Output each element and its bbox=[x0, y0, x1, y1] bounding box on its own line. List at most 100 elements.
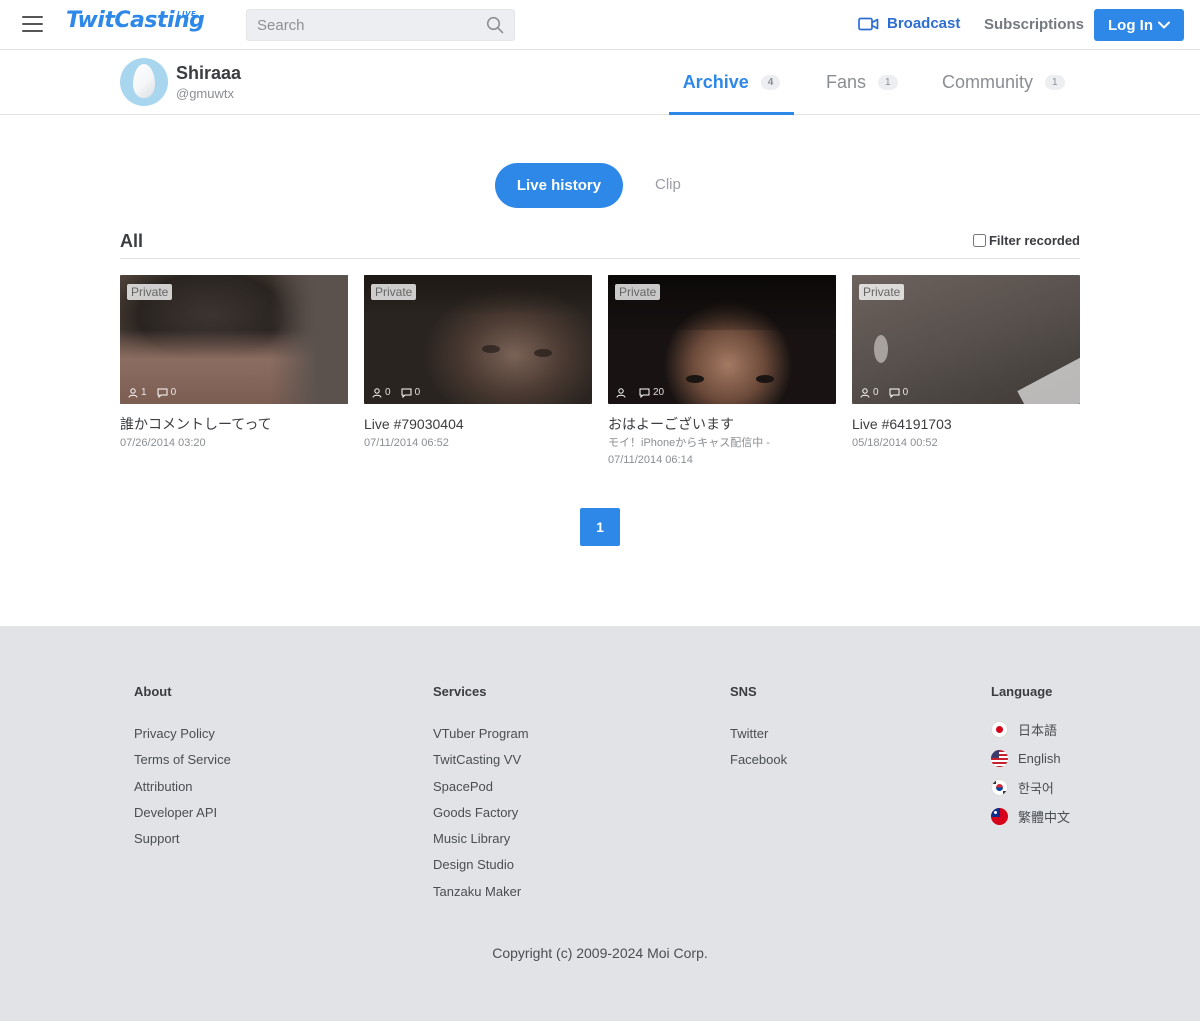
taiwan-flag-icon bbox=[991, 808, 1008, 825]
twitcasting-logo[interactable]: TwitCasting LIVE bbox=[66, 8, 205, 33]
card-date: 05/18/2014 00:52 bbox=[852, 437, 938, 449]
spacepod-link[interactable]: SpacePod bbox=[433, 774, 529, 800]
japan-flag-icon bbox=[991, 721, 1008, 738]
facebook-link[interactable]: Facebook bbox=[730, 747, 787, 773]
support-link[interactable]: Support bbox=[134, 826, 231, 852]
profile-bar: Shiraaa @gmuwtx Archive 4 Fans 1 Communi… bbox=[0, 50, 1200, 115]
goods-factory-link[interactable]: Goods Factory bbox=[433, 800, 529, 826]
twitcasting-vv-link[interactable]: TwitCasting VV bbox=[433, 747, 529, 773]
footer-services-title: Services bbox=[433, 684, 487, 699]
language-japanese[interactable]: 日本語 bbox=[991, 715, 1070, 744]
language-label: 日本語 bbox=[1018, 723, 1058, 738]
filter-recorded-checkbox[interactable] bbox=[972, 234, 986, 247]
filter-recorded-label: Filter recorded bbox=[988, 233, 1080, 248]
design-studio-link[interactable]: Design Studio bbox=[433, 852, 529, 878]
footer-language-title: Language bbox=[991, 684, 1053, 699]
attribution-link[interactable]: Attribution bbox=[134, 774, 231, 800]
top-header: TwitCasting LIVE Broadcast Subscriptions… bbox=[0, 0, 1200, 50]
comment-icon bbox=[639, 388, 650, 398]
card-stats: 0 0 bbox=[860, 387, 908, 398]
comment-count: 20 bbox=[653, 387, 665, 398]
language-traditional-chinese[interactable]: 繁體中文 bbox=[991, 802, 1070, 831]
live-history-tab[interactable]: Live history bbox=[495, 163, 623, 208]
menu-icon[interactable] bbox=[22, 16, 44, 34]
tab-archive-label: Archive bbox=[682, 71, 749, 92]
private-badge: Private bbox=[371, 284, 417, 300]
broadcast-link[interactable]: Broadcast bbox=[858, 15, 960, 32]
viewer-count: 1 bbox=[141, 387, 147, 398]
page-1-button[interactable]: 1 bbox=[580, 508, 620, 546]
filter-recorded[interactable]: Filter recorded bbox=[972, 233, 1080, 248]
profile-handle: @gmuwtx bbox=[176, 86, 234, 101]
card-stats: 0 0 bbox=[372, 387, 420, 398]
viewer-count: 0 bbox=[873, 387, 879, 398]
tab-fans-label: Fans bbox=[826, 71, 867, 92]
login-label: Log In bbox=[1108, 16, 1153, 34]
footer-sns-title: SNS bbox=[730, 684, 757, 699]
language-label: 繁體中文 bbox=[1018, 810, 1071, 825]
footer: About Privacy Policy Terms of Service At… bbox=[0, 626, 1200, 1021]
card-title[interactable]: Live #64191703 bbox=[852, 415, 1080, 433]
archive-card[interactable]: Private 20 おはよーございます モイ！iPhoneからキャス配信中 -… bbox=[608, 275, 836, 469]
tab-fans[interactable]: Fans 1 bbox=[826, 50, 898, 114]
subscriptions-link[interactable]: Subscriptions bbox=[984, 16, 1084, 33]
footer-about-title: About bbox=[134, 684, 172, 699]
search-icon[interactable] bbox=[486, 16, 504, 34]
video-thumbnail[interactable]: Private 20 bbox=[608, 275, 836, 404]
archive-card[interactable]: Private 1 0 誰かコメントしーてって 07/26/2014 03:20 bbox=[120, 275, 348, 452]
comment-icon bbox=[401, 388, 412, 398]
video-thumbnail[interactable]: Private 1 0 bbox=[120, 275, 348, 404]
language-korean[interactable]: 한국어 bbox=[991, 773, 1070, 802]
card-date: 07/11/2014 06:52 bbox=[364, 437, 449, 449]
profile-name[interactable]: Shiraaa bbox=[176, 63, 241, 84]
music-library-link[interactable]: Music Library bbox=[433, 826, 529, 852]
footer-services: Services VTuber Program TwitCasting VV S… bbox=[433, 684, 529, 905]
card-title[interactable]: Live #79030404 bbox=[364, 415, 592, 433]
viewer-icon bbox=[860, 387, 870, 398]
video-thumbnail[interactable]: Private 0 0 bbox=[852, 275, 1080, 404]
chevron-down-icon bbox=[1158, 21, 1170, 29]
comment-icon bbox=[157, 388, 168, 398]
language-label: 한국어 bbox=[1018, 781, 1054, 796]
footer-sns: SNS Twitter Facebook bbox=[730, 684, 787, 774]
card-date: 07/11/2014 06:14 bbox=[608, 454, 693, 466]
twitter-link[interactable]: Twitter bbox=[730, 721, 787, 747]
section-title: All bbox=[120, 231, 144, 251]
viewer-count: 0 bbox=[385, 387, 391, 398]
private-badge: Private bbox=[615, 284, 661, 300]
viewer-icon bbox=[616, 387, 626, 398]
tab-fans-count: 1 bbox=[878, 74, 898, 90]
private-badge: Private bbox=[127, 284, 173, 300]
korea-flag-icon bbox=[991, 779, 1008, 796]
archive-card[interactable]: Private 0 0 Live #64191703 05/18/2014 00… bbox=[852, 275, 1080, 452]
footer-about: About Privacy Policy Terms of Service At… bbox=[134, 684, 231, 852]
card-date: 07/26/2014 03:20 bbox=[120, 437, 206, 449]
video-thumbnail[interactable]: Private 0 0 bbox=[364, 275, 592, 404]
language-english[interactable]: English bbox=[991, 744, 1070, 773]
tab-community-count: 1 bbox=[1045, 74, 1065, 90]
tab-archive[interactable]: Archive 4 bbox=[669, 50, 794, 115]
card-title[interactable]: おはよーございます bbox=[608, 415, 836, 433]
terms-link[interactable]: Terms of Service bbox=[134, 747, 231, 773]
footer-language: Language 日本語 English 한국어 繁體中文 bbox=[991, 684, 1070, 831]
section-header: All Filter recorded bbox=[120, 230, 1080, 259]
clip-tab[interactable]: Clip bbox=[655, 176, 681, 193]
avatar[interactable] bbox=[120, 58, 168, 106]
viewer-icon bbox=[372, 387, 382, 398]
vtuber-program-link[interactable]: VTuber Program bbox=[433, 721, 529, 747]
card-title[interactable]: 誰かコメントしーてって bbox=[120, 415, 348, 433]
copyright: Copyright (c) 2009-2024 Moi Corp. bbox=[492, 945, 708, 961]
comment-count: 0 bbox=[170, 387, 177, 398]
archive-card[interactable]: Private 0 0 Live #79030404 07/11/2014 06… bbox=[364, 275, 592, 452]
login-button[interactable]: Log In bbox=[1094, 9, 1184, 41]
comment-count: 0 bbox=[414, 387, 421, 398]
search-input[interactable] bbox=[247, 10, 477, 40]
video-camera-icon bbox=[858, 17, 879, 30]
tanzaku-maker-link[interactable]: Tanzaku Maker bbox=[433, 879, 529, 905]
tab-community[interactable]: Community 1 bbox=[942, 50, 1065, 114]
viewer-icon bbox=[128, 387, 138, 398]
developer-api-link[interactable]: Developer API bbox=[134, 800, 231, 826]
privacy-policy-link[interactable]: Privacy Policy bbox=[134, 721, 231, 747]
comment-count: 0 bbox=[902, 387, 909, 398]
search-box bbox=[246, 9, 515, 41]
